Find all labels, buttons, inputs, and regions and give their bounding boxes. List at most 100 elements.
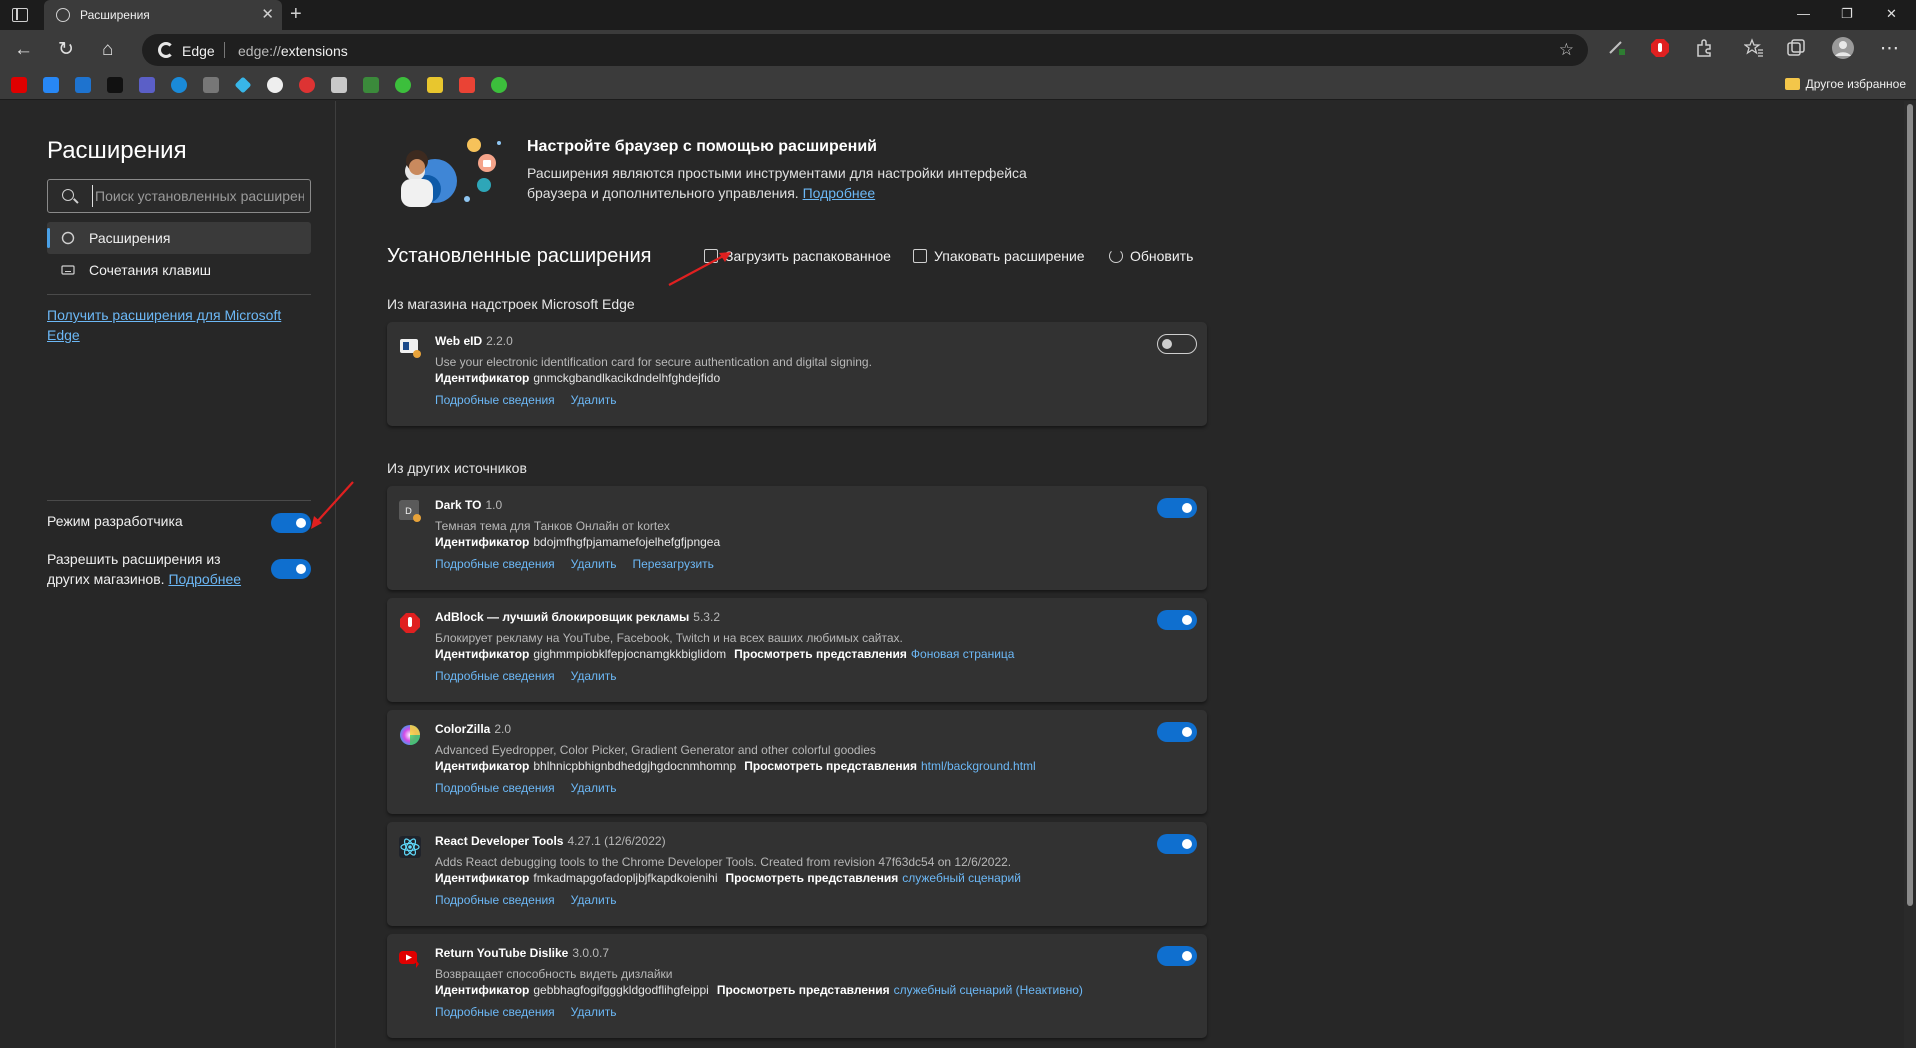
- diamond-favicon[interactable]: [234, 76, 252, 94]
- section-other-label: Из других источников: [387, 460, 527, 476]
- refresh-icon[interactable]: ↻: [58, 39, 74, 61]
- hero-learn-more-link[interactable]: Подробнее: [803, 185, 876, 201]
- home-icon[interactable]: ⌂: [102, 39, 113, 61]
- extension-toggle[interactable]: [1157, 834, 1197, 854]
- more-menu-icon[interactable]: ⋯: [1880, 38, 1899, 60]
- details-link[interactable]: Подробные сведения: [435, 893, 555, 907]
- new-tab-icon[interactable]: +: [290, 3, 302, 26]
- outlook-favicon[interactable]: [75, 77, 91, 93]
- sidebar-item-extensions[interactable]: Расширения: [47, 222, 311, 254]
- site-favicon-3[interactable]: [299, 77, 315, 93]
- extension-card-adblock: AdBlock — лучший блокировщик рекламы 5.3.…: [387, 598, 1207, 702]
- favorites-bar: Другое избранное: [0, 70, 1916, 100]
- extension-links: Подробные сведения Удалить: [435, 393, 633, 407]
- extension-toggle[interactable]: [1157, 334, 1197, 354]
- section-store-label: Из магазина надстроек Microsoft Edge: [387, 296, 635, 312]
- screenshot-tool-icon[interactable]: [1607, 38, 1627, 58]
- tab-actions-icon[interactable]: [12, 8, 28, 22]
- site-favicon-6[interactable]: [395, 77, 411, 93]
- remove-link[interactable]: Удалить: [571, 781, 617, 795]
- allow-other-stores-learn-more[interactable]: Подробнее: [168, 571, 241, 587]
- collections-icon[interactable]: [1786, 38, 1806, 58]
- site-favicon-4[interactable]: [331, 77, 347, 93]
- extensions-icon[interactable]: [1694, 38, 1714, 58]
- adblock-toolbar-icon[interactable]: [1650, 38, 1670, 58]
- site-favicon-7[interactable]: [427, 77, 443, 93]
- web-eid-icon: [400, 339, 421, 358]
- profile-avatar-icon[interactable]: [1832, 37, 1854, 59]
- puzzle-icon: [61, 231, 75, 245]
- remove-link[interactable]: Удалить: [571, 557, 617, 571]
- address-bar[interactable]: Edge edge://extensions ☆: [142, 34, 1588, 66]
- other-favorites-folder[interactable]: Другое избранное: [1784, 77, 1906, 91]
- sidebar: Расширения Расширения Сочетания клавиш П…: [0, 101, 336, 1048]
- installed-extensions-title: Установленные расширения: [387, 245, 652, 267]
- view-link[interactable]: html/background.html: [921, 759, 1036, 773]
- search-box[interactable]: [47, 179, 311, 213]
- close-tab-icon[interactable]: ✕: [261, 5, 274, 23]
- update-button[interactable]: Обновить: [1109, 248, 1193, 264]
- site-favicon[interactable]: [203, 77, 219, 93]
- back-icon[interactable]: ←: [14, 39, 33, 61]
- favorites-icon[interactable]: [1744, 38, 1764, 58]
- site-favicon-2[interactable]: [267, 77, 283, 93]
- onedrive-favicon[interactable]: [171, 77, 187, 93]
- extension-toggle[interactable]: [1157, 722, 1197, 742]
- site-favicon-8[interactable]: [491, 77, 507, 93]
- academy-favicon[interactable]: [107, 77, 123, 93]
- extension-links: Подробные сведения Удалить: [435, 893, 633, 907]
- details-link[interactable]: Подробные сведения: [435, 557, 555, 571]
- vk-favicon[interactable]: [43, 77, 59, 93]
- search-input[interactable]: [92, 185, 304, 207]
- extension-toggle[interactable]: [1157, 946, 1197, 966]
- scrollbar-thumb[interactable]: [1907, 104, 1913, 906]
- details-link[interactable]: Подробные сведения: [435, 781, 555, 795]
- restore-icon[interactable]: ❐: [1841, 6, 1853, 22]
- window-close-icon[interactable]: ✕: [1886, 6, 1897, 22]
- extension-id: Идентификатор fmkadmapgofadopljbjfkapdkoi…: [435, 871, 1021, 885]
- keyboard-icon: [61, 265, 75, 275]
- extensions-illustration: [401, 138, 501, 207]
- hero-title: Настройте браузер с помощью расширений: [527, 138, 878, 155]
- address-url[interactable]: edge://extensions: [238, 43, 348, 59]
- add-favorite-icon[interactable]: ☆: [1559, 40, 1574, 60]
- load-unpacked-button[interactable]: Загрузить распакованное: [704, 248, 891, 264]
- pack-extension-button[interactable]: Упаковать расширение: [913, 248, 1085, 264]
- allow-other-stores-toggle[interactable]: [271, 559, 311, 579]
- teams-favicon[interactable]: [139, 77, 155, 93]
- gmail-favicon[interactable]: [459, 77, 475, 93]
- extension-description: Блокирует рекламу на YouTube, Facebook, …: [435, 631, 903, 645]
- remove-link[interactable]: Удалить: [571, 393, 617, 407]
- minimize-icon[interactable]: —: [1797, 6, 1810, 21]
- youtube-favicon[interactable]: [11, 77, 27, 93]
- reload-link[interactable]: Перезагрузить: [633, 557, 714, 571]
- address-divider: [224, 42, 225, 58]
- extension-toggle[interactable]: [1157, 498, 1197, 518]
- remove-link[interactable]: Удалить: [571, 669, 617, 683]
- details-link[interactable]: Подробные сведения: [435, 393, 555, 407]
- extension-toggle[interactable]: [1157, 610, 1197, 630]
- site-favicon-5[interactable]: [363, 77, 379, 93]
- extension-description: Темная тема для Танков Онлайн от kortex: [435, 519, 670, 533]
- sidebar-item-label: Расширения: [89, 230, 171, 246]
- view-link[interactable]: служебный сценарий (Неактивно): [894, 983, 1083, 997]
- remove-link[interactable]: Удалить: [571, 1005, 617, 1019]
- sidebar-item-shortcuts[interactable]: Сочетания клавиш: [47, 254, 311, 286]
- extension-description: Возвращает способность видеть дизлайки: [435, 967, 673, 981]
- view-link[interactable]: Фоновая страница: [911, 647, 1015, 661]
- remove-link[interactable]: Удалить: [571, 893, 617, 907]
- colorzilla-icon: [400, 725, 420, 745]
- extension-description: Adds React debugging tools to the Chrome…: [435, 855, 1012, 869]
- main-content: Настройте браузер с помощью расширений Р…: [337, 101, 1916, 1048]
- extension-id: Идентификатор gnmckgbandlkacikdndelhfghde…: [435, 371, 721, 385]
- extension-links: Подробные сведения Удалить Перезагрузить: [435, 557, 730, 571]
- developer-mode-label: Режим разработчика: [47, 513, 183, 529]
- details-link[interactable]: Подробные сведения: [435, 1005, 555, 1019]
- details-link[interactable]: Подробные сведения: [435, 669, 555, 683]
- get-extensions-link[interactable]: Получить расширения для Microsoft Edge: [47, 305, 297, 345]
- view-link[interactable]: служебный сценарий: [902, 871, 1021, 885]
- tab-extensions[interactable]: Расширения ✕: [44, 0, 282, 30]
- developer-mode-toggle[interactable]: [271, 513, 311, 533]
- address-label: Edge: [182, 43, 215, 59]
- extension-card-colorzilla: ColorZilla 2.0 Advanced Eyedropper, Color…: [387, 710, 1207, 814]
